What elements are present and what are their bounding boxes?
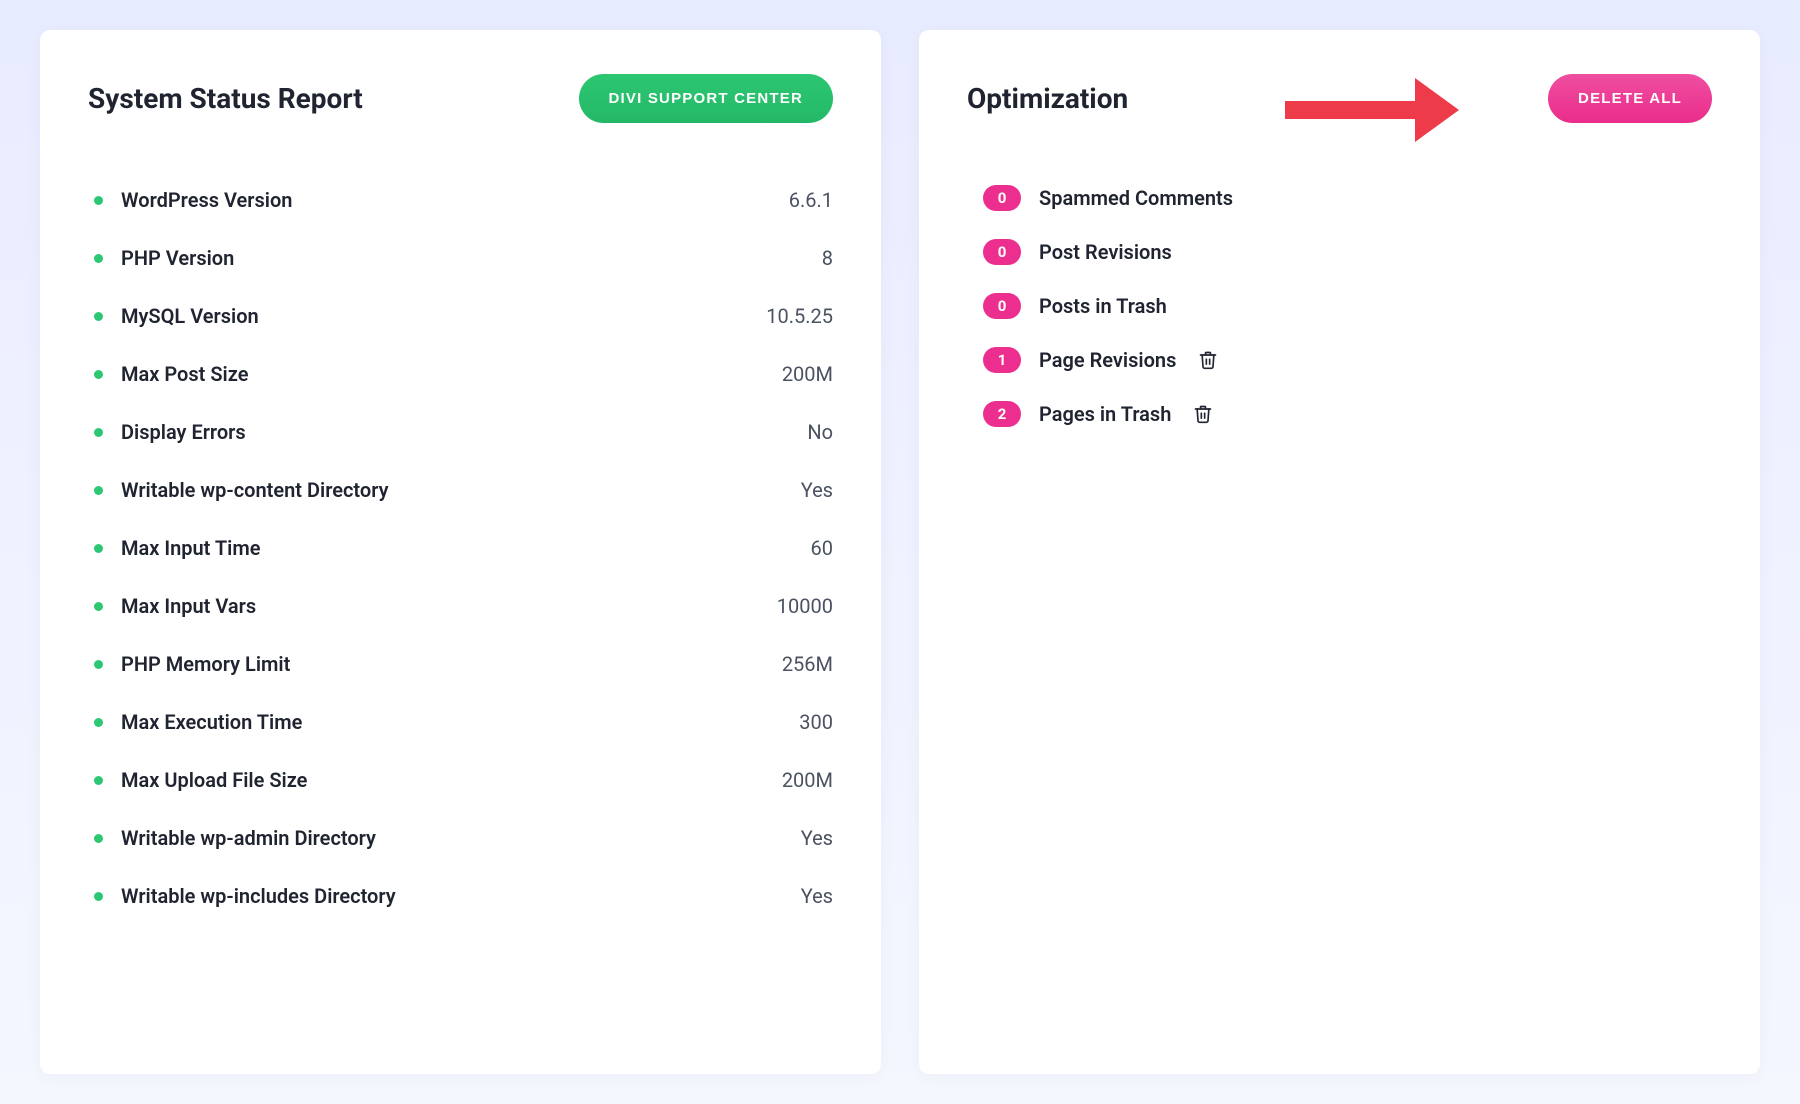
optimization-row: 0 Spammed Comments bbox=[983, 171, 1712, 225]
status-row: Max Post Size 200M bbox=[88, 345, 833, 403]
status-dot-icon bbox=[94, 254, 103, 263]
optimization-panel-header: Optimization DELETE ALL bbox=[967, 74, 1712, 123]
status-value: 300 bbox=[799, 710, 833, 734]
status-label: Max Execution Time bbox=[121, 710, 302, 734]
status-row: Max Input Vars 10000 bbox=[88, 577, 833, 635]
status-row: MySQL Version 10.5.25 bbox=[88, 287, 833, 345]
status-dot-icon bbox=[94, 834, 103, 843]
trash-icon[interactable] bbox=[1198, 349, 1218, 371]
count-badge: 0 bbox=[983, 293, 1021, 319]
status-value: 200M bbox=[782, 362, 833, 386]
status-label: MySQL Version bbox=[121, 304, 259, 328]
status-label: PHP Version bbox=[121, 246, 234, 270]
status-value: 200M bbox=[782, 768, 833, 792]
status-value: 8 bbox=[822, 246, 833, 270]
status-label: Max Upload File Size bbox=[121, 768, 307, 792]
optimization-label: Posts in Trash bbox=[1039, 294, 1167, 318]
status-label: Writable wp-admin Directory bbox=[121, 826, 376, 850]
optimization-panel-title: Optimization bbox=[967, 82, 1128, 115]
status-row: Writable wp-admin Directory Yes bbox=[88, 809, 833, 867]
status-value: 6.6.1 bbox=[789, 188, 833, 212]
status-panel-header: System Status Report DIVI SUPPORT CENTER bbox=[88, 74, 833, 123]
status-label: Writable wp-includes Directory bbox=[121, 884, 396, 908]
optimization-label: Post Revisions bbox=[1039, 240, 1172, 264]
status-value: 10000 bbox=[777, 594, 833, 618]
status-value: Yes bbox=[801, 826, 833, 850]
status-dot-icon bbox=[94, 660, 103, 669]
status-dot-icon bbox=[94, 602, 103, 611]
status-dot-icon bbox=[94, 776, 103, 785]
optimization-panel: Optimization DELETE ALL 0 Spammed Commen… bbox=[919, 30, 1760, 1074]
status-row: Display Errors No bbox=[88, 403, 833, 461]
status-row: Max Input Time 60 bbox=[88, 519, 833, 577]
status-panel-title: System Status Report bbox=[88, 82, 363, 115]
status-dot-icon bbox=[94, 428, 103, 437]
status-value: 10.5.25 bbox=[766, 304, 833, 328]
count-badge: 0 bbox=[983, 239, 1021, 265]
status-dot-icon bbox=[94, 486, 103, 495]
status-value: 60 bbox=[811, 536, 833, 560]
status-row: Writable wp-includes Directory Yes bbox=[88, 867, 833, 925]
status-row: Max Upload File Size 200M bbox=[88, 751, 833, 809]
status-dot-icon bbox=[94, 544, 103, 553]
optimization-list: 0 Spammed Comments 0 Post Revisions 0 Po… bbox=[983, 171, 1712, 441]
optimization-row: 1 Page Revisions bbox=[983, 333, 1712, 387]
divi-support-center-button[interactable]: DIVI SUPPORT CENTER bbox=[579, 74, 834, 123]
status-row: PHP Memory Limit 256M bbox=[88, 635, 833, 693]
status-value: 256M bbox=[782, 652, 833, 676]
count-badge: 0 bbox=[983, 185, 1021, 211]
system-status-panel: System Status Report DIVI SUPPORT CENTER… bbox=[40, 30, 881, 1074]
trash-icon[interactable] bbox=[1193, 403, 1213, 425]
count-badge: 1 bbox=[983, 347, 1021, 373]
status-label: Max Input Vars bbox=[121, 594, 256, 618]
status-row: Writable wp-content Directory Yes bbox=[88, 461, 833, 519]
optimization-row: 0 Post Revisions bbox=[983, 225, 1712, 279]
status-label: Max Input Time bbox=[121, 536, 261, 560]
optimization-row: 0 Posts in Trash bbox=[983, 279, 1712, 333]
status-dot-icon bbox=[94, 718, 103, 727]
status-row: WordPress Version 6.6.1 bbox=[88, 171, 833, 229]
status-dot-icon bbox=[94, 892, 103, 901]
status-dot-icon bbox=[94, 196, 103, 205]
optimization-label: Spammed Comments bbox=[1039, 186, 1233, 210]
status-label: WordPress Version bbox=[121, 188, 292, 212]
status-value: No bbox=[807, 420, 833, 444]
status-value: Yes bbox=[801, 884, 833, 908]
optimization-label: Pages in Trash bbox=[1039, 402, 1171, 426]
delete-all-button[interactable]: DELETE ALL bbox=[1548, 74, 1712, 123]
status-label: Max Post Size bbox=[121, 362, 248, 386]
status-label: Display Errors bbox=[121, 420, 246, 444]
count-badge: 2 bbox=[983, 401, 1021, 427]
status-list: WordPress Version 6.6.1 PHP Version 8 My… bbox=[88, 171, 833, 925]
optimization-row: 2 Pages in Trash bbox=[983, 387, 1712, 441]
status-row: PHP Version 8 bbox=[88, 229, 833, 287]
optimization-label: Page Revisions bbox=[1039, 348, 1176, 372]
status-dot-icon bbox=[94, 370, 103, 379]
status-dot-icon bbox=[94, 312, 103, 321]
status-value: Yes bbox=[801, 478, 833, 502]
status-label: Writable wp-content Directory bbox=[121, 478, 389, 502]
status-row: Max Execution Time 300 bbox=[88, 693, 833, 751]
status-label: PHP Memory Limit bbox=[121, 652, 290, 676]
